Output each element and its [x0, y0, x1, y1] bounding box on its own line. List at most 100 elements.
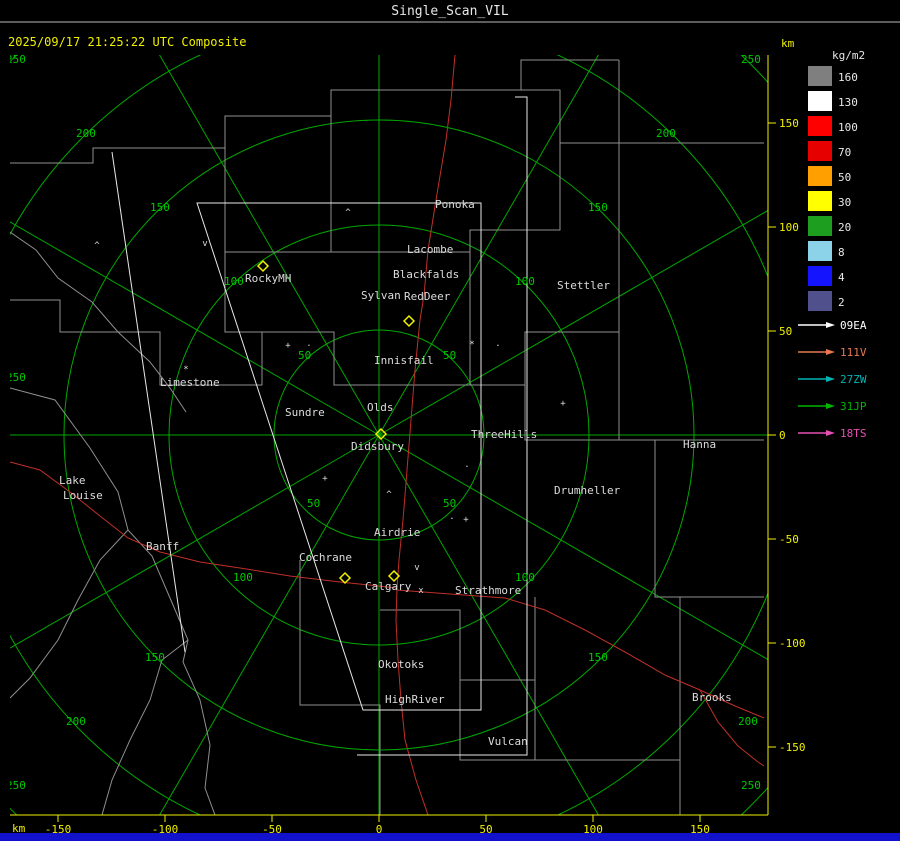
city-label: Lake — [59, 474, 86, 487]
scale-swatch — [808, 66, 832, 86]
range-ring — [10, 55, 768, 815]
obs-marker: * — [183, 365, 188, 375]
scale-value-label: 30 — [838, 196, 851, 209]
right-axis-unit: km — [781, 37, 795, 50]
city-label: Ponoka — [435, 198, 475, 211]
right-axis-tick-label: -150 — [779, 741, 806, 754]
county-boundary — [10, 387, 216, 815]
range-label: 200 — [76, 127, 96, 140]
radar-arrow-head — [826, 322, 835, 328]
scale-swatch — [808, 166, 832, 186]
scale-value-label: 2 — [838, 296, 845, 309]
range-label: 200 — [738, 715, 758, 728]
scale-value-label: 4 — [838, 271, 845, 284]
city-label: HighRiver — [385, 693, 445, 706]
range-label: 100 — [515, 571, 535, 584]
scale-swatch — [808, 266, 832, 286]
obs-marker: x — [418, 586, 424, 596]
scale-value-label: 8 — [838, 246, 845, 259]
city-label: Stettler — [557, 279, 610, 292]
range-label: 200 — [66, 715, 86, 728]
range-label: 250 — [6, 371, 26, 384]
obs-marker: ^ — [94, 241, 100, 251]
range-label: 150 — [588, 651, 608, 664]
city-label: Strathmore — [455, 584, 521, 597]
azimuth-line — [159, 434, 380, 815]
range-label: 250 — [6, 53, 26, 66]
timestamp-label: 2025/09/17 21:25:22 UTC Composite — [8, 35, 246, 49]
radar-id-legend: 09EA 111V 27ZW 31JP 18TS — [798, 319, 867, 440]
radar-app-window: Single_Scan_VIL 2025/09/17 21:25:22 UTC … — [0, 0, 900, 841]
range-label: 100 — [224, 275, 244, 288]
window-title: Single_Scan_VIL — [391, 4, 509, 19]
city-label: Okotoks — [378, 658, 424, 671]
city-label: Lacombe — [407, 243, 453, 256]
obs-marker: . — [306, 339, 311, 349]
map-layers[interactable]: 2502001501005025020015010050501001502002… — [0, 0, 900, 841]
county-boundary — [10, 59, 619, 164]
range-label: 250 — [741, 53, 761, 66]
scale-value-label: 100 — [838, 121, 858, 134]
radar-id-label: 27ZW — [840, 373, 867, 386]
scale-swatch — [808, 91, 832, 111]
scan-area-outline — [357, 96, 528, 756]
city-label: RedDeer — [404, 290, 451, 303]
range-label: 150 — [150, 201, 170, 214]
radar-id-label: 18TS — [840, 427, 867, 440]
radar-id-label: 111V — [840, 346, 867, 359]
obs-marker: ^ — [386, 490, 392, 500]
range-label: 50 — [443, 497, 456, 510]
city-label: Blackfalds — [393, 268, 459, 281]
azimuth-line — [378, 434, 599, 815]
county-boundary — [524, 332, 620, 441]
right-axis-tick-label: -50 — [779, 533, 799, 546]
scale-value-label: 160 — [838, 71, 858, 84]
city-label: Innisfail — [374, 354, 434, 367]
city-label: Banff — [146, 540, 179, 553]
city-label: Limestone — [160, 376, 220, 389]
scale-value-label: 130 — [838, 96, 858, 109]
right-axis-tick-label: 50 — [779, 325, 792, 338]
azimuth-line — [10, 221, 380, 436]
right-axis-tick-label: -100 — [779, 637, 806, 650]
scale-swatch — [808, 241, 832, 261]
city-label: Hanna — [683, 438, 716, 451]
radar-arrow-head — [826, 376, 835, 382]
range-label: 100 — [233, 571, 253, 584]
range-label: 50 — [443, 349, 456, 362]
scan-area-outline — [111, 151, 186, 653]
radar-arrow-head — [826, 430, 835, 436]
right-axis-tick-label: 100 — [779, 221, 799, 234]
scale-value-label: 20 — [838, 221, 851, 234]
city-label: ThreeHills — [471, 428, 537, 441]
range-label: 250 — [6, 779, 26, 792]
radar-id-label: 09EA — [840, 319, 867, 332]
county-boundary — [299, 560, 381, 815]
obs-marker: v — [414, 563, 419, 573]
county-boundary — [618, 60, 764, 144]
obs-marker: . — [449, 512, 454, 522]
taskbar[interactable] — [0, 833, 900, 841]
right-axis-tick-label: 0 — [779, 429, 786, 442]
range-label: 250 — [741, 779, 761, 792]
city-label: Didsbury — [351, 440, 404, 453]
city-label: Airdrie — [374, 526, 420, 539]
color-scale-legend: 160 130 100 70 50 30 20 8 4 2 — [808, 66, 858, 311]
city-label: Olds — [367, 401, 394, 414]
scale-value-label: 70 — [838, 146, 851, 159]
range-label: 150 — [145, 651, 165, 664]
county-boundary — [521, 89, 619, 144]
city-label: Brooks — [692, 691, 732, 704]
city-label: Cochrane — [299, 551, 352, 564]
scale-value-label: 50 — [838, 171, 851, 184]
radar-display[interactable]: Single_Scan_VIL 2025/09/17 21:25:22 UTC … — [0, 0, 900, 841]
obs-marker: + — [322, 474, 328, 484]
city-label: Sundre — [285, 406, 325, 419]
radar-site-marker — [402, 314, 416, 328]
azimuth-line — [378, 55, 599, 436]
radar-id-label: 31JP — [840, 400, 867, 413]
city-label: Sylvan — [361, 289, 401, 302]
scale-title: kg/m2 — [832, 49, 865, 62]
radar-site-marker — [338, 571, 352, 585]
scale-swatch — [808, 191, 832, 211]
